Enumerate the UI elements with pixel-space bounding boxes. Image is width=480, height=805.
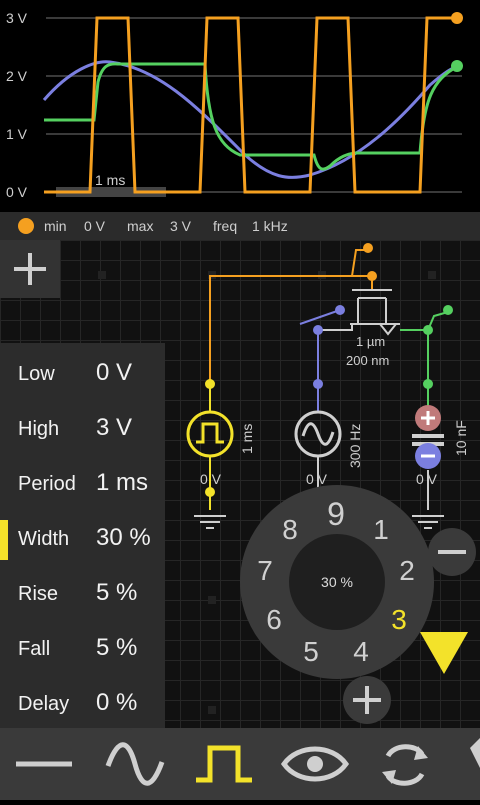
min-label: min <box>44 218 67 234</box>
dial-digit-1[interactable]: 1 <box>366 514 396 546</box>
freq-label: freq <box>213 218 238 234</box>
dial-digit-4[interactable]: 4 <box>346 636 376 668</box>
dial-digit-2[interactable]: 2 <box>392 555 422 587</box>
param-row-high[interactable]: High 3 V <box>0 402 165 456</box>
square-trace <box>44 16 458 194</box>
dial-digit-8[interactable]: 8 <box>275 514 305 546</box>
param-row-rise[interactable]: Rise 5 % <box>0 567 165 621</box>
pulse-node-voltage: 0 V <box>200 471 222 487</box>
freq-value: 1 kHz <box>252 218 288 234</box>
more-tool-button[interactable] <box>450 728 480 800</box>
collapse-arrow-icon[interactable] <box>418 630 470 678</box>
increment-button[interactable] <box>343 676 391 724</box>
wire-node <box>423 325 433 335</box>
minus-icon <box>438 550 466 554</box>
param-row-period[interactable]: Period 1 ms <box>0 457 165 511</box>
param-value: 5 % <box>96 634 138 661</box>
y-label-3v: 3 V <box>6 10 28 26</box>
plus-icon <box>14 253 46 285</box>
param-label: Delay <box>18 693 70 715</box>
fet-width-label: 1 µm <box>356 334 385 349</box>
wire-node <box>313 325 323 335</box>
param-value: 3 V <box>96 414 133 441</box>
dial-digit-9[interactable]: 9 <box>321 496 351 533</box>
selection-indicator <box>0 520 8 560</box>
param-value: 30 % <box>96 524 151 551</box>
probe-info-bar: min 0 V max 3 V freq 1 kHz <box>0 212 480 240</box>
wire-icon <box>16 761 72 767</box>
plus-icon <box>353 686 381 714</box>
sine-wire <box>299 309 341 388</box>
wire-node <box>313 379 323 389</box>
scope-plot: 3 V 2 V 1 V 0 V 1 ms <box>6 10 463 200</box>
param-label: Fall <box>18 638 51 660</box>
param-label: Period <box>18 473 76 495</box>
square-trace-end-dot <box>451 12 463 24</box>
rotate-arrows-icon <box>382 744 428 786</box>
dial-digit-7[interactable]: 7 <box>250 555 280 587</box>
add-component-button[interactable] <box>0 240 60 298</box>
sine-wave-icon <box>105 742 165 786</box>
oscilloscope-view[interactable]: 3 V 2 V 1 V 0 V 1 ms <box>0 0 480 212</box>
sine-freq-label: 300 Hz <box>347 424 363 468</box>
dial-digit-3[interactable]: 3 <box>384 604 414 636</box>
wire-node <box>367 271 377 281</box>
parameter-panel: Low 0 V High 3 V Period 1 ms Width 30 % … <box>0 343 165 728</box>
swap-tool-button[interactable] <box>360 728 450 800</box>
param-row-width[interactable]: Width 30 % <box>0 512 165 566</box>
mosfet-symbol <box>350 289 400 336</box>
decrement-button[interactable] <box>428 528 476 576</box>
pulse-tool-button[interactable] <box>180 728 270 800</box>
capacitor-trace-end-dot <box>451 60 463 72</box>
probe-color-dot <box>18 218 34 234</box>
param-label: High <box>18 418 60 440</box>
min-value: 0 V <box>84 218 106 234</box>
view-tool-button[interactable] <box>270 728 360 800</box>
param-row-fall[interactable]: Fall 5 % <box>0 622 165 676</box>
wire-node <box>363 243 373 253</box>
wire-node <box>443 305 453 315</box>
fet-length-label: 200 nm <box>346 353 389 368</box>
sine-tool-button[interactable] <box>90 728 180 800</box>
arrow-up-icon <box>470 738 480 768</box>
wire-tool-button[interactable] <box>0 728 90 800</box>
sine-trace <box>42 60 459 179</box>
capacitor[interactable] <box>412 405 444 529</box>
bottom-toolbar <box>0 728 480 800</box>
time-scale-label: 1 ms <box>95 172 125 188</box>
y-label-2v: 2 V <box>6 68 28 84</box>
capacitor-trace <box>44 62 459 171</box>
dial-digit-6[interactable]: 6 <box>259 604 289 636</box>
y-label-0v: 0 V <box>6 184 28 200</box>
dial-center-value: 30 % <box>321 574 353 590</box>
param-value: 0 V <box>96 359 133 386</box>
pulse-icon <box>196 745 252 783</box>
param-value: 0 % <box>96 689 138 716</box>
max-value: 3 V <box>170 218 192 234</box>
dial-digit-5[interactable]: 5 <box>296 636 326 668</box>
pulse-period-label: 1 ms <box>239 424 255 454</box>
wire-node <box>423 379 433 389</box>
param-row-low[interactable]: Low 0 V <box>0 347 165 401</box>
dial-center: 30 % <box>289 534 385 630</box>
sine-node-voltage: 0 V <box>306 471 328 487</box>
pulse-source[interactable] <box>186 379 234 529</box>
capacitor-size-label: 10 nF <box>453 420 469 456</box>
param-label: Width <box>18 528 70 550</box>
capacitor-wire <box>400 311 449 408</box>
param-label: Rise <box>18 583 59 605</box>
capacitor-node-voltage: 0 V <box>416 471 438 487</box>
param-label: Low <box>18 363 55 385</box>
param-row-delay[interactable]: Delay 0 % <box>0 677 165 731</box>
eye-icon <box>280 746 350 782</box>
wire-node <box>335 305 345 315</box>
param-value: 1 ms <box>96 469 149 496</box>
max-label: max <box>127 218 154 234</box>
param-value: 5 % <box>96 579 138 606</box>
y-label-1v: 1 V <box>6 126 28 142</box>
